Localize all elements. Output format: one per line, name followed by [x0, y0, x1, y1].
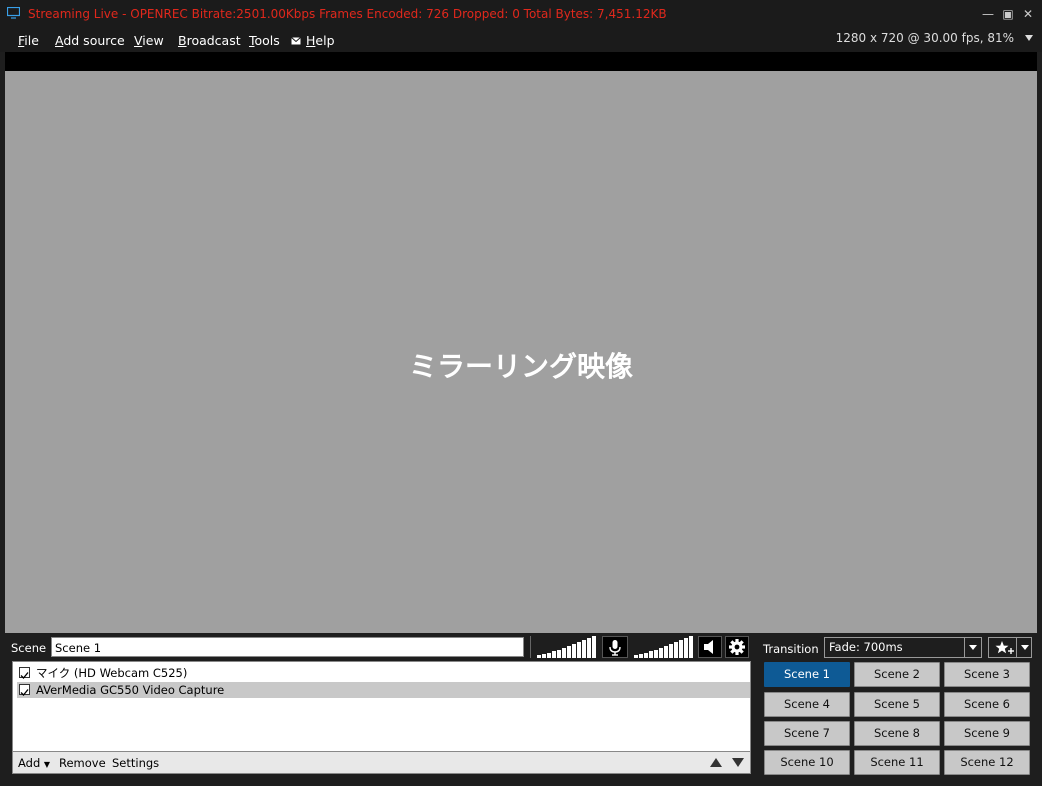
- monitor-icon: [7, 7, 20, 19]
- check-icon: [20, 672, 29, 679]
- scene-button-8[interactable]: Scene 8: [854, 721, 940, 746]
- speaker-icon: [704, 640, 713, 654]
- caret-down-icon: ▼: [43, 760, 51, 769]
- list-item[interactable]: AVerMedia GC550 Video Capture: [17, 682, 750, 698]
- transition-value: Fade: 700ms: [829, 640, 903, 654]
- sources-list[interactable]: マイク (HD Webcam C525) AVerMedia GC550 Vid…: [12, 661, 751, 752]
- transition-fx-button[interactable]: [988, 637, 1032, 658]
- add-label: Add: [18, 756, 41, 770]
- scene-button-5[interactable]: Scene 5: [854, 692, 940, 717]
- desktop-mute-button[interactable]: [698, 636, 722, 658]
- close-button[interactable]: ✕: [1017, 5, 1039, 23]
- window-title: Streaming Live - OPENREC Bitrate:2501.00…: [28, 7, 667, 21]
- scene-button-7[interactable]: Scene 7: [764, 721, 850, 746]
- source-checkbox[interactable]: [19, 684, 30, 696]
- audio-settings-button[interactable]: [725, 636, 749, 658]
- scene-label: Scene: [11, 641, 47, 655]
- scene-button-1[interactable]: Scene 1: [764, 662, 850, 687]
- minimize-button[interactable]: —: [977, 5, 999, 23]
- transition-select[interactable]: Fade: 700ms: [824, 637, 982, 658]
- menu-add-source[interactable]: Add source: [55, 33, 125, 48]
- move-down-icon[interactable]: [732, 758, 744, 767]
- scene-button-12[interactable]: Scene 12: [944, 750, 1030, 775]
- chevron-down-icon[interactable]: [1021, 645, 1029, 650]
- add-source-button[interactable]: Add ▼: [18, 756, 50, 770]
- maximize-button[interactable]: ▣: [997, 5, 1019, 23]
- microphone-icon: [609, 640, 621, 656]
- scene-button-9[interactable]: Scene 9: [944, 721, 1030, 746]
- scene-button-11[interactable]: Scene 11: [854, 750, 940, 775]
- menu-broadcast[interactable]: Broadcast: [178, 33, 241, 48]
- scene-button-10[interactable]: Scene 10: [764, 750, 850, 775]
- title-bar: Streaming Live - OPENREC Bitrate:2501.00…: [0, 0, 1042, 29]
- gear-icon: [729, 639, 745, 655]
- source-label: AVerMedia GC550 Video Capture: [36, 683, 225, 697]
- menu-view[interactable]: View: [134, 33, 164, 48]
- source-checkbox[interactable]: [19, 667, 30, 679]
- scene-button-3[interactable]: Scene 3: [944, 662, 1030, 687]
- star-plus-icon: [995, 641, 1014, 654]
- scene-name-field[interactable]: Scene 1: [51, 637, 524, 657]
- menu-tools[interactable]: Tools: [249, 33, 280, 48]
- scene-button-2[interactable]: Scene 2: [854, 662, 940, 687]
- resolution-readout: 1280 x 720 @ 30.00 fps, 81%: [835, 31, 1014, 45]
- remove-source-button[interactable]: Remove: [59, 756, 106, 770]
- transition-label: Transition: [763, 642, 819, 656]
- mail-icon: [291, 37, 301, 45]
- divider: [1016, 638, 1017, 657]
- preview-top-strip: [5, 52, 1037, 71]
- chevron-down-icon[interactable]: [1025, 35, 1033, 41]
- divider: [530, 636, 531, 658]
- preview-label: ミラーリング映像: [408, 350, 633, 383]
- desktop-volume-meter[interactable]: [633, 636, 695, 658]
- source-label: マイク (HD Webcam C525): [36, 666, 188, 680]
- check-icon: [20, 689, 29, 696]
- source-settings-button[interactable]: Settings: [112, 756, 159, 770]
- scene-button-4[interactable]: Scene 4: [764, 692, 850, 717]
- menu-help[interactable]: Help: [306, 33, 335, 48]
- sources-toolbar: Add ▼ Remove Settings: [12, 752, 751, 774]
- mic-mute-button[interactable]: [602, 636, 628, 658]
- chevron-down-icon[interactable]: [964, 638, 981, 657]
- scene-button-6[interactable]: Scene 6: [944, 692, 1030, 717]
- move-up-icon[interactable]: [710, 758, 722, 767]
- mic-volume-meter[interactable]: [536, 636, 598, 658]
- list-item[interactable]: マイク (HD Webcam C525): [17, 665, 750, 681]
- menu-file[interactable]: File: [18, 33, 39, 48]
- preview-area[interactable]: ミラーリング映像: [5, 71, 1037, 633]
